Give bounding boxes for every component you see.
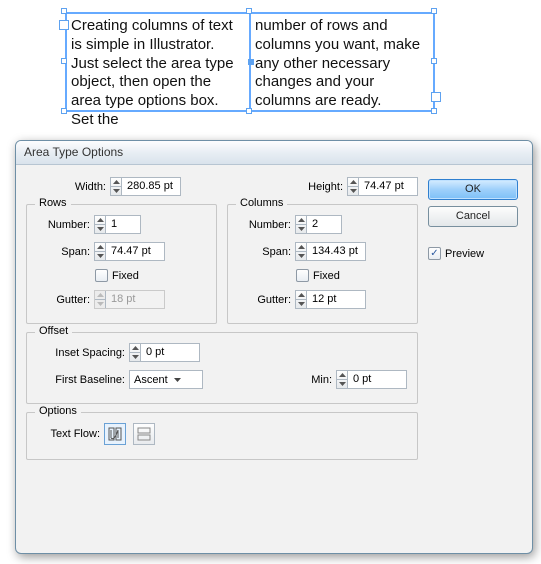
cols-gutter-label: Gutter: [236, 294, 291, 306]
width-spinner[interactable]: 280.85 pt [110, 177, 181, 196]
cancel-button[interactable]: Cancel [428, 206, 518, 227]
cols-fixed-checkbox[interactable]: Fixed [296, 269, 340, 282]
cols-number-spinner[interactable]: 2 [295, 215, 342, 234]
rows-number-value[interactable]: 1 [106, 216, 140, 233]
resize-handle-ml[interactable] [61, 58, 67, 64]
cols-span-value[interactable]: 134.43 pt [307, 243, 365, 260]
offset-legend: Offset [35, 325, 72, 337]
thread-in-port[interactable] [59, 20, 69, 30]
min-value[interactable]: 0 pt [348, 371, 406, 388]
dialog-title: Area Type Options [16, 141, 532, 165]
textflow-rtl-icon [137, 427, 151, 441]
resize-handle-bl[interactable] [61, 108, 67, 114]
inset-spinner[interactable]: 0 pt [129, 343, 200, 362]
area-type-canvas: Creating columns of text is simple in Il… [65, 12, 445, 122]
rows-gutter-spinner: 18 pt [94, 290, 165, 309]
preview-checkbox[interactable]: Preview [428, 247, 518, 260]
min-spinner[interactable]: 0 pt [336, 370, 407, 389]
width-label: Width: [26, 181, 106, 193]
text-frame[interactable]: Creating columns of text is simple in Il… [65, 12, 435, 112]
textflow-rtl-button[interactable] [133, 423, 155, 445]
ok-button[interactable]: OK [428, 179, 518, 200]
cols-fixed-label: Fixed [313, 270, 340, 282]
height-spinner[interactable]: 74.47 pt [347, 177, 418, 196]
width-step-up[interactable] [111, 178, 121, 187]
rows-group: Rows Number: 1 Span: 74.47 pt [26, 204, 217, 324]
columns-group: Columns Number: 2 Span: 134.43 pt [227, 204, 418, 324]
height-value[interactable]: 74.47 pt [359, 178, 417, 195]
rows-number-spinner[interactable]: 1 [94, 215, 141, 234]
rows-fixed-label: Fixed [112, 270, 139, 282]
textflow-label: Text Flow: [35, 428, 100, 440]
text-column-2: number of rows and columns you want, mak… [250, 13, 434, 111]
rows-gutter-value: 18 pt [106, 291, 164, 308]
thread-out-port[interactable] [431, 92, 441, 102]
width-value[interactable]: 280.85 pt [122, 178, 180, 195]
checkbox-icon [95, 269, 108, 282]
checkbox-icon [428, 247, 441, 260]
cols-span-label: Span: [236, 246, 291, 258]
rows-span-spinner[interactable]: 74.47 pt [94, 242, 165, 261]
textflow-ltr-icon [108, 427, 122, 441]
height-step-down[interactable] [348, 187, 358, 195]
options-group: Options Text Flow: [26, 412, 418, 460]
area-type-options-dialog: Area Type Options Width: 280.85 pt Heigh… [15, 140, 533, 554]
rows-legend: Rows [35, 197, 71, 209]
resize-handle-br[interactable] [431, 108, 437, 114]
rows-fixed-checkbox[interactable]: Fixed [95, 269, 139, 282]
width-step-down[interactable] [111, 187, 121, 195]
baseline-label: First Baseline: [35, 374, 125, 386]
inset-label: Inset Spacing: [35, 347, 125, 359]
preview-label: Preview [445, 248, 484, 260]
columns-legend: Columns [236, 197, 287, 209]
cols-gutter-value[interactable]: 12 pt [307, 291, 365, 308]
options-legend: Options [35, 405, 81, 417]
resize-handle-tl[interactable] [61, 8, 67, 14]
rows-gutter-label: Gutter: [35, 294, 90, 306]
resize-handle-tr[interactable] [431, 8, 437, 14]
resize-handle-mr[interactable] [431, 58, 437, 64]
textflow-ltr-button[interactable] [104, 423, 126, 445]
rows-span-value[interactable]: 74.47 pt [106, 243, 164, 260]
caret-down-icon [174, 378, 181, 382]
rows-span-label: Span: [35, 246, 90, 258]
baseline-value: Ascent [134, 374, 168, 386]
column-divider-handle[interactable] [248, 59, 254, 65]
text-column-1: Creating columns of text is simple in Il… [66, 13, 250, 111]
offset-group: Offset Inset Spacing: 0 pt First Baselin… [26, 332, 418, 404]
checkbox-icon [296, 269, 309, 282]
height-label: Height: [293, 181, 343, 193]
inset-value[interactable]: 0 pt [141, 344, 199, 361]
resize-handle-tm[interactable] [246, 8, 252, 14]
cols-span-spinner[interactable]: 134.43 pt [295, 242, 366, 261]
resize-handle-bm[interactable] [246, 108, 252, 114]
cols-number-value[interactable]: 2 [307, 216, 341, 233]
height-step-up[interactable] [348, 178, 358, 187]
min-label: Min: [302, 374, 332, 386]
cols-number-label: Number: [236, 219, 291, 231]
baseline-select[interactable]: Ascent [129, 370, 203, 389]
rows-number-label: Number: [35, 219, 90, 231]
cols-gutter-spinner[interactable]: 12 pt [295, 290, 366, 309]
